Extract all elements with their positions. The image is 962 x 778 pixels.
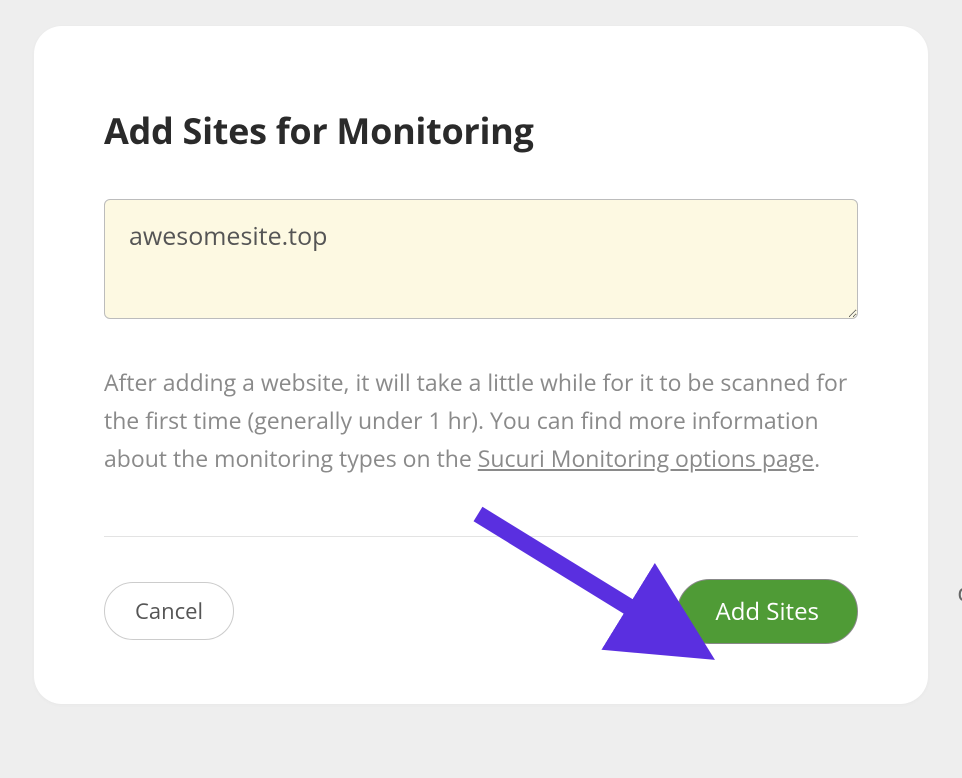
button-row: Cancel Add Sites: [104, 579, 858, 644]
add-sites-button[interactable]: Add Sites: [677, 579, 858, 644]
divider: [104, 536, 858, 537]
cancel-button[interactable]: Cancel: [104, 582, 234, 640]
add-sites-modal: Add Sites for Monitoring After adding a …: [34, 26, 928, 704]
modal-title: Add Sites for Monitoring: [104, 106, 858, 155]
background-text-right-3: d: [957, 576, 962, 609]
help-text-after: .: [814, 442, 820, 474]
monitoring-options-link[interactable]: Sucuri Monitoring options page: [478, 442, 814, 474]
sites-textarea[interactable]: [104, 199, 858, 319]
help-text: After adding a website, it will take a l…: [104, 364, 858, 478]
